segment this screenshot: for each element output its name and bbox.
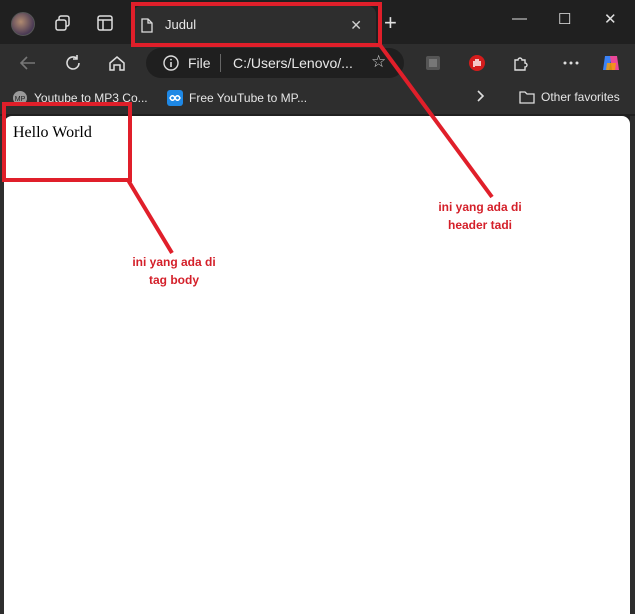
body-annotation-line1: ini yang ada di (132, 255, 216, 269)
extension-box-icon[interactable] (422, 53, 444, 73)
body-annotation: ini yang ada di tag body (108, 253, 240, 289)
star-icon[interactable]: ☆ (371, 52, 386, 72)
info-icon[interactable] (163, 55, 179, 76)
url-text[interactable]: C:/Users/Lenovo/... (233, 55, 353, 71)
tab-actions-icon[interactable] (94, 12, 116, 34)
profile-avatar[interactable] (11, 12, 35, 36)
body-highlight-box (2, 102, 132, 182)
home-icon[interactable] (106, 53, 128, 73)
adblock-hand-icon[interactable] (466, 53, 488, 73)
back-icon[interactable] (17, 53, 39, 73)
page-viewport: Hello World (4, 116, 630, 614)
maximize-button[interactable]: ☐ (558, 10, 571, 28)
window-close-button[interactable]: ✕ (604, 10, 617, 28)
bookmark-label-2: Free YouTube to MP... (189, 91, 308, 105)
address-separator (220, 54, 221, 72)
more-icon[interactable] (560, 53, 582, 73)
header-annotation-line1: ini yang ada di (438, 200, 522, 214)
minimize-button[interactable]: — (512, 10, 527, 27)
right-edge (630, 116, 635, 614)
copilot-icon[interactable] (600, 53, 622, 73)
header-highlight-box (131, 2, 382, 47)
puzzle-icon[interactable] (510, 53, 532, 73)
header-annotation: ini yang ada di header tadi (412, 198, 548, 234)
workspaces-icon[interactable] (52, 12, 74, 34)
scheme-label: File (188, 55, 211, 71)
folder-icon (519, 91, 535, 104)
body-annotation-line2: tag body (149, 273, 199, 287)
chevron-right-icon[interactable] (476, 89, 486, 103)
other-favorites-label: Other favorites (541, 90, 620, 104)
address-bar[interactable]: File C:/Users/Lenovo/... ☆ (146, 48, 404, 78)
infinity-icon (167, 90, 183, 106)
other-favorites[interactable]: Other favorites (519, 90, 620, 104)
bookmark-free-youtube[interactable]: Free YouTube to MP... (167, 90, 307, 106)
new-tab-button[interactable]: + (384, 10, 397, 36)
header-annotation-line2: header tadi (447, 218, 513, 232)
refresh-icon[interactable] (62, 53, 84, 73)
navigation-bar: File C:/Users/Lenovo/... ☆ (0, 44, 635, 82)
